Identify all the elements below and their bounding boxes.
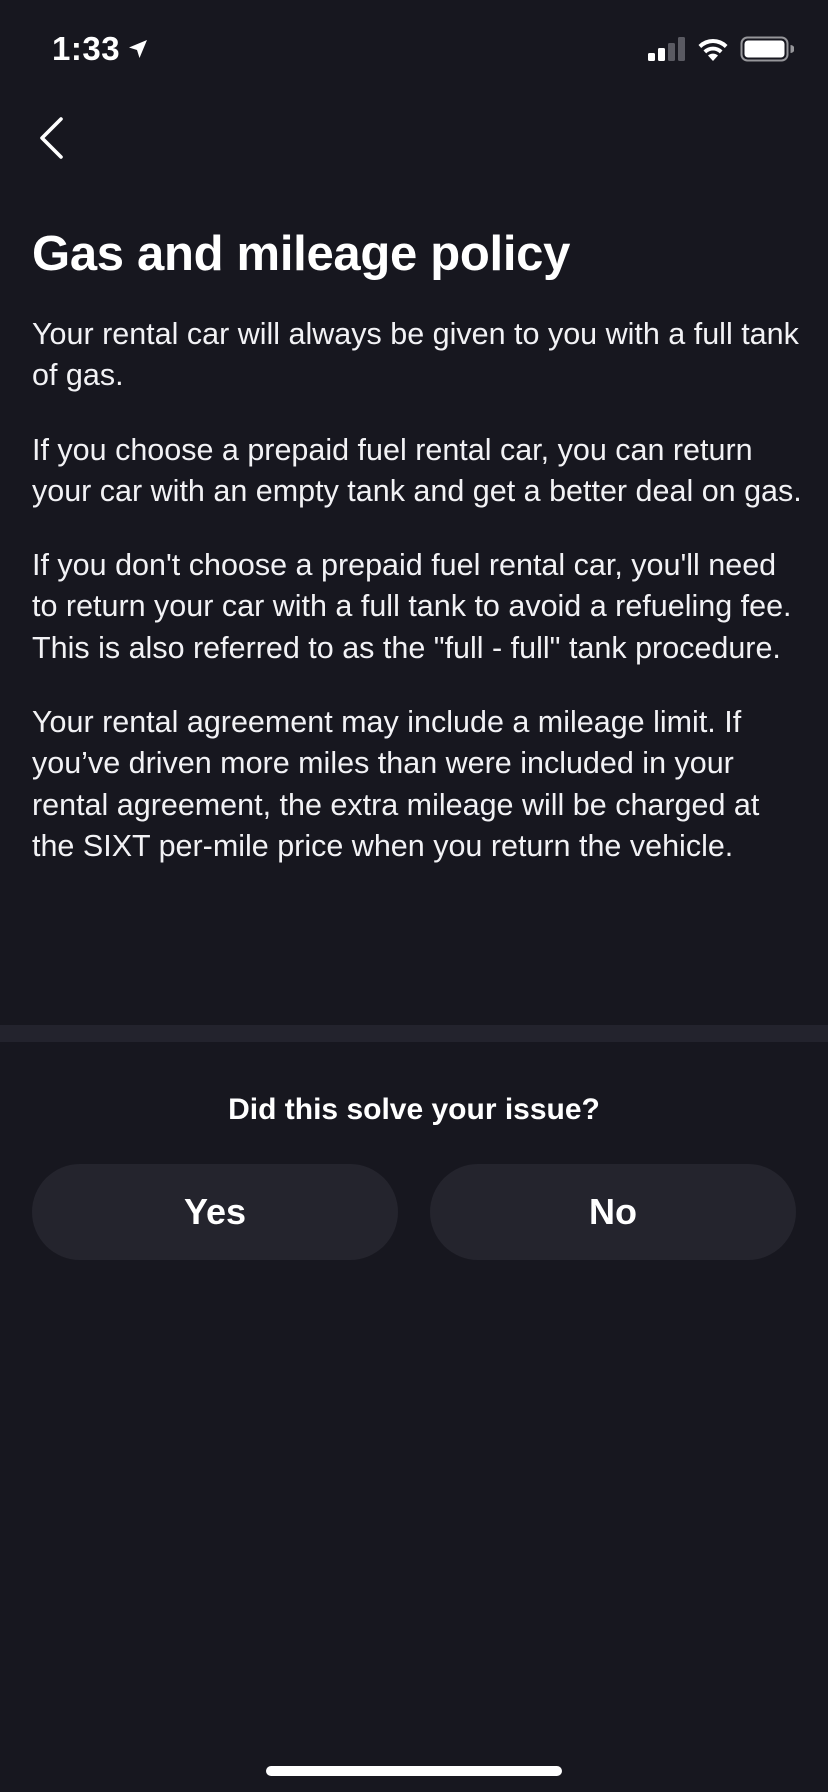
section-divider bbox=[0, 1025, 828, 1042]
wifi-icon bbox=[698, 38, 728, 61]
policy-paragraph: Your rental agreement may include a mile… bbox=[32, 705, 760, 863]
status-bar: 1:33 bbox=[0, 0, 828, 100]
status-icons bbox=[648, 36, 794, 62]
page-title: Gas and mileage policy bbox=[32, 227, 571, 281]
home-indicator[interactable] bbox=[266, 1766, 562, 1776]
policy-paragraph: Your rental car will always be given to … bbox=[32, 317, 799, 393]
policy-paragraph: If you don't choose a prepaid fuel renta… bbox=[32, 548, 792, 665]
no-button[interactable]: No bbox=[430, 1164, 796, 1260]
battery-icon bbox=[740, 36, 794, 62]
back-button[interactable] bbox=[22, 108, 82, 168]
chevron-left-icon bbox=[40, 117, 63, 159]
cellular-signal-icon bbox=[648, 37, 685, 61]
feedback-question: Did this solve your issue? bbox=[228, 1093, 600, 1126]
policy-content: Your rental car will always be given to … bbox=[32, 314, 802, 900]
location-arrow-icon bbox=[129, 40, 148, 58]
status-time-group: 1:33 bbox=[52, 30, 150, 68]
policy-paragraph: If you choose a prepaid fuel rental car,… bbox=[32, 432, 802, 508]
status-time: 1:33 bbox=[52, 30, 121, 67]
yes-button[interactable]: Yes bbox=[32, 1164, 398, 1260]
